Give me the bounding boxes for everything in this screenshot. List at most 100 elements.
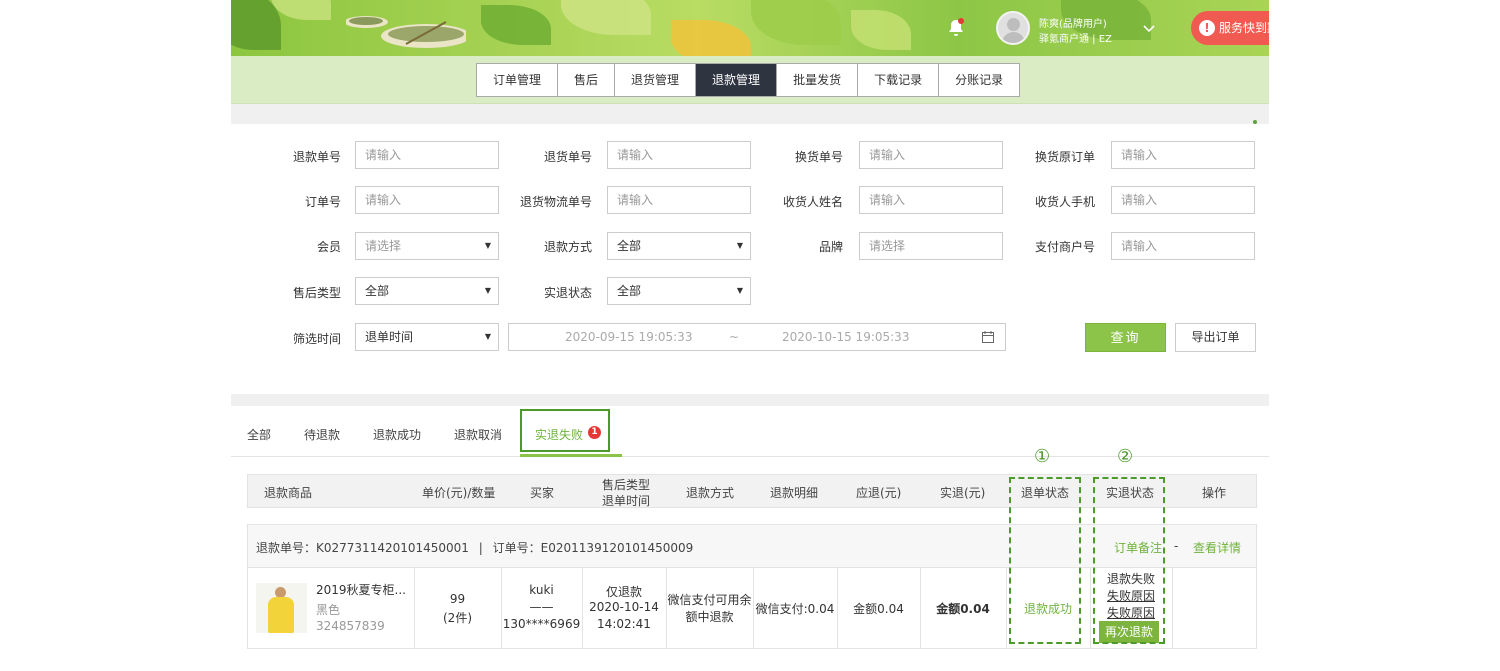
- view-detail-link[interactable]: 查看详情: [1193, 539, 1241, 556]
- col-divider: [1172, 567, 1173, 649]
- should-refund-amount: 金额0.04: [853, 602, 904, 616]
- refund-method-select[interactable]: 全部: [607, 232, 751, 260]
- th-buyer: 买家: [530, 486, 555, 500]
- divider: [231, 104, 1269, 124]
- status-tab-badge: 1: [588, 426, 601, 439]
- th-should-refund: 应退(元): [856, 486, 902, 500]
- annotation-1: ①: [1034, 446, 1051, 467]
- th-price-qty: 单价(元)/数量: [422, 486, 496, 500]
- tab-download-records[interactable]: 下载记录: [858, 64, 940, 96]
- exchange-no-input[interactable]: 请输入: [859, 141, 1003, 169]
- tab-split-records[interactable]: 分账记录: [939, 64, 1019, 96]
- date-range-picker[interactable]: 2020-09-15 19:05:33 ~ 2020-10-15 19:05:3…: [508, 323, 1006, 351]
- actual-refund-status-label: 实退状态: [543, 286, 592, 300]
- order-no-label: 订单号: [304, 195, 341, 209]
- actual-refund-status-select[interactable]: 全部: [607, 277, 751, 305]
- filter-form: 退款单号 请输入 退货单号 请输入 换货单号 请输入 换货原订单 请输入 订单号…: [231, 124, 1269, 394]
- filter-time-select[interactable]: 退单时间: [355, 323, 499, 351]
- th-refund-detail: 退款明细: [770, 486, 819, 500]
- return-logistics-input[interactable]: 请输入: [607, 186, 751, 214]
- service-expiry-button[interactable]: ! 服务快到期: [1191, 11, 1269, 45]
- banner-leaf: [561, 0, 651, 35]
- return-no-label: 退货单号: [543, 150, 592, 164]
- status-tabs: 全部 待退款 退款成功 退款取消 实退失败 1: [231, 406, 1269, 457]
- query-button[interactable]: 查询: [1085, 323, 1166, 352]
- aftersale-type-select[interactable]: 全部: [355, 277, 499, 305]
- status-tab-actual-failed[interactable]: 实退失败: [535, 426, 583, 443]
- banner-leaf: [271, 0, 331, 20]
- nav-tabs: 订单管理 售后 退货管理 退款管理 批量发货 下载记录 分账记录: [476, 63, 1021, 97]
- refund-method-line1: 微信支付可用余: [667, 593, 752, 607]
- refund-date: 2020-10-14: [589, 600, 659, 614]
- return-logistics-label: 退货物流单号: [519, 195, 592, 209]
- annotation-box-refund-status: [1009, 477, 1081, 644]
- notification-dot: [958, 18, 964, 24]
- calendar-icon[interactable]: [981, 330, 995, 344]
- tab-batch-shipping[interactable]: 批量发货: [777, 64, 859, 96]
- refund-method-label: 退款方式: [543, 240, 592, 254]
- refund-no-value: K027731142010145000​1: [316, 541, 469, 555]
- exchange-orig-order-label: 换货原订单: [1034, 150, 1095, 164]
- receiver-phone-input[interactable]: 请输入: [1111, 186, 1255, 214]
- brand-label: 品牌: [818, 240, 843, 254]
- exchange-no-label: 换货单号: [794, 150, 843, 164]
- product-name[interactable]: 2019秋夏专柜...: [316, 581, 406, 598]
- th-refund-method: 退款方式: [686, 486, 735, 500]
- tab-refund-management[interactable]: 退款管理: [696, 64, 778, 96]
- status-tab-success[interactable]: 退款成功: [373, 426, 421, 443]
- buyer-separator: ——: [529, 600, 554, 614]
- tab-aftersale[interactable]: 售后: [558, 64, 616, 96]
- product-thumbnail[interactable]: [256, 583, 307, 633]
- service-expiry-label: 服务快到期: [1219, 21, 1269, 35]
- alert-icon: !: [1199, 20, 1215, 36]
- aftersale-type: 仅退款: [605, 585, 642, 599]
- refund-method-line2: 额中退款: [685, 610, 734, 624]
- app-root: 陈爽(品牌用户) 驿氪商户通 | EZ ! 服务快到期 订单管理 售后 退货管理…: [231, 0, 1269, 671]
- avatar[interactable]: [996, 11, 1030, 45]
- refund-detail: 微信支付:0.04: [755, 602, 835, 616]
- chevron-down-icon[interactable]: [1139, 18, 1159, 38]
- product-code: 324857839: [316, 619, 385, 633]
- payment-merchant-input[interactable]: 请输入: [1111, 232, 1255, 260]
- buyer-name: kuki: [529, 583, 554, 597]
- annotation-box-actual-status: [1093, 477, 1165, 644]
- th-actual-refund: 实退(元): [940, 486, 986, 500]
- order-no-value: E0201139120101450009: [540, 541, 694, 555]
- member-label: 会员: [316, 240, 341, 254]
- th-refund-time: 退单时间: [602, 494, 651, 508]
- banner-leaf: [851, 10, 911, 50]
- annotation-2: ②: [1117, 446, 1134, 467]
- status-tab-all[interactable]: 全部: [247, 426, 271, 443]
- date-start[interactable]: 2020-09-15 19:05:33: [565, 330, 692, 344]
- filter-time-label: 筛选时间: [292, 332, 341, 346]
- status-tab-pending[interactable]: 待退款: [304, 426, 340, 443]
- receiver-name-label: 收货人姓名: [782, 195, 843, 209]
- notification-bell-icon[interactable]: [944, 16, 968, 40]
- order-info: 退款单号：K027731142010145000​1 | 订单号：E020113…: [256, 539, 693, 556]
- date-end[interactable]: 2020-10-15 19:05:33: [782, 330, 909, 344]
- tab-return-management[interactable]: 退货管理: [615, 64, 697, 96]
- th-actions: 操作: [1202, 486, 1227, 500]
- refund-no-label: 退款单号: [292, 150, 341, 164]
- actual-refund-caption: 金额: [936, 602, 961, 616]
- receiver-name-input[interactable]: 请输入: [859, 186, 1003, 214]
- actual-refund-value: 0.04: [960, 602, 990, 616]
- export-orders-button[interactable]: 导出订单: [1175, 323, 1256, 352]
- refund-time: 14:02:41: [597, 617, 651, 631]
- order-no-input[interactable]: 请输入: [355, 186, 499, 214]
- quantity: (2件): [443, 611, 472, 625]
- refund-no-input[interactable]: 请输入: [355, 141, 499, 169]
- nav-bar: 订单管理 售后 退货管理 退款管理 批量发货 下载记录 分账记录: [231, 56, 1269, 104]
- member-select[interactable]: 请选择: [355, 232, 499, 260]
- product-color: 黑色: [316, 603, 341, 617]
- user-org: 驿氪商户通 | EZ: [1039, 34, 1112, 45]
- exchange-orig-order-input[interactable]: 请输入: [1111, 141, 1255, 169]
- banner-leaf: [751, 0, 841, 45]
- status-tab-cancelled[interactable]: 退款取消: [454, 426, 502, 443]
- banner-leaf: [481, 5, 551, 45]
- tab-order-management[interactable]: 订单管理: [477, 64, 559, 96]
- order-info-sep: |: [478, 541, 483, 555]
- brand-select[interactable]: 请选择: [859, 232, 1003, 260]
- return-no-input[interactable]: 请输入: [607, 141, 751, 169]
- th-product: 退款商品: [264, 486, 313, 500]
